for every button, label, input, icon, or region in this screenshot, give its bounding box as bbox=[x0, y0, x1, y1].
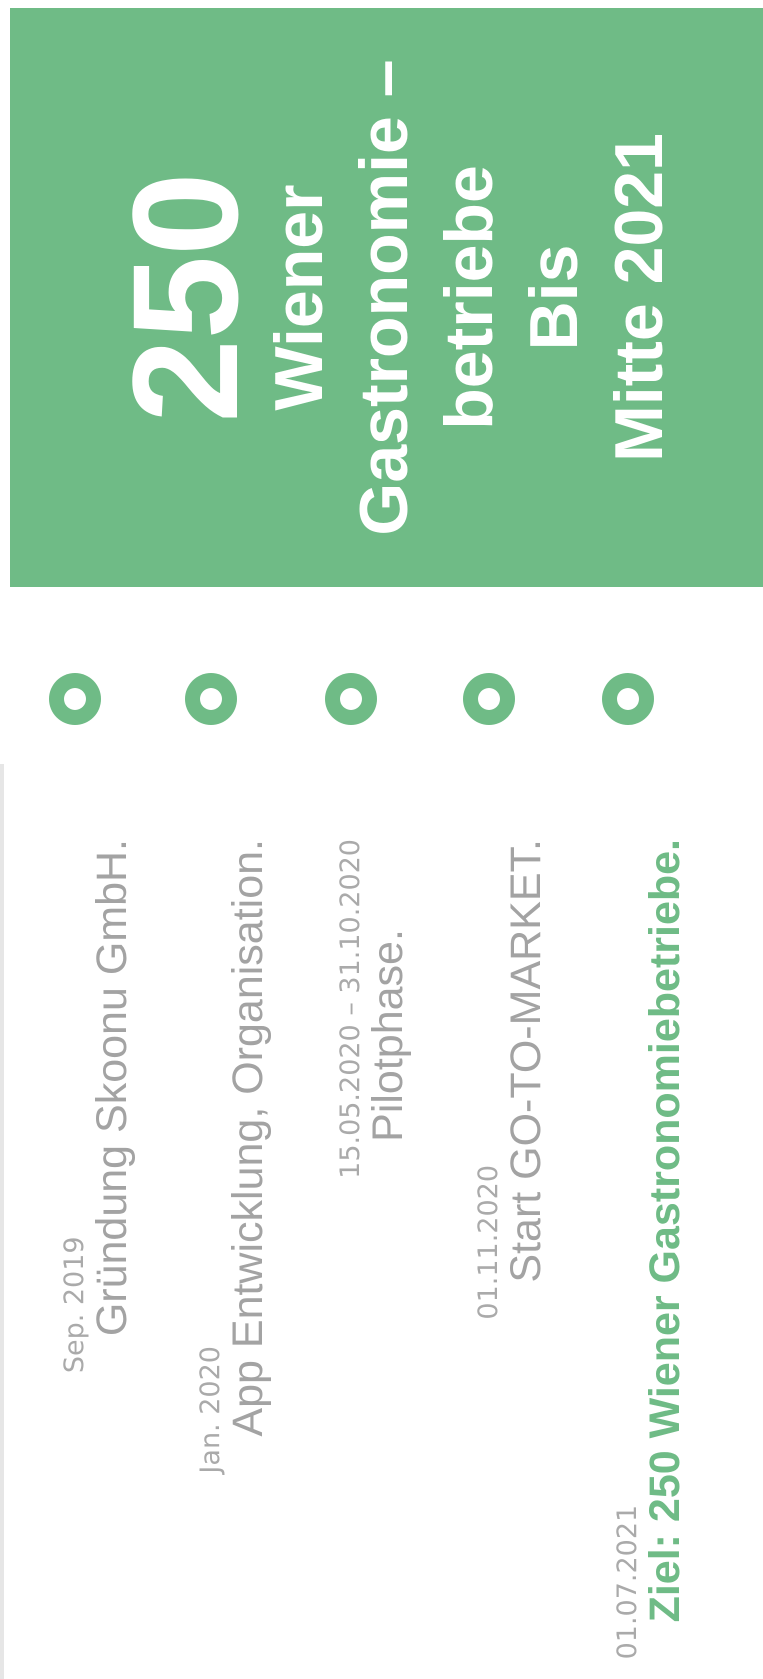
goal-line-3: betriebe bbox=[431, 165, 507, 430]
timeline-node-1 bbox=[49, 673, 101, 725]
timeline-goal-label: Ziel: 250 Wiener Gastronomiebetriebe. bbox=[640, 839, 689, 1623]
timeline-node-2 bbox=[185, 673, 237, 725]
goal-box: 250 Wiener Gastronomie – betriebe Bis Mi… bbox=[10, 8, 763, 587]
goal-line-1: Wiener bbox=[261, 184, 337, 411]
timeline-entry-3: 15.05.2020 – 31.10.2020 Pilotphase. bbox=[335, 839, 412, 1179]
goal-line-4: Bis bbox=[516, 244, 592, 351]
timeline-label: App Entwicklung, Organisation. bbox=[223, 839, 272, 1437]
timeline-date: 01.07.2021 bbox=[612, 1504, 643, 1660]
timeline-date: 01.11.2020 bbox=[473, 1165, 504, 1320]
timeline-date: Sep. 2019 bbox=[59, 1236, 90, 1374]
timeline-date: 15.05.2020 – 31.10.2020 bbox=[335, 839, 366, 1179]
goal-line-2: Gastronomie – bbox=[346, 59, 422, 536]
timeline-label: Start GO-TO-MARKET. bbox=[501, 839, 550, 1283]
timeline-entry-5: 01.07.2021 Ziel: 250 Wiener Gastronomieb… bbox=[612, 839, 689, 1660]
timeline-node-4 bbox=[463, 673, 515, 725]
timeline-slide: Sep. 2019 Gründung Skoonu GmbH. Jan. 202… bbox=[0, 0, 763, 1679]
goal-line-5: Mitte 2021 bbox=[601, 133, 677, 462]
timeline-line bbox=[0, 764, 4, 1679]
timeline-node-3 bbox=[325, 673, 377, 725]
goal-number: 250 bbox=[101, 172, 269, 423]
timeline-node-5 bbox=[602, 673, 654, 725]
timeline-label: Gründung Skoonu GmbH. bbox=[87, 839, 136, 1337]
timeline-entry-1: Sep. 2019 Gründung Skoonu GmbH. bbox=[59, 839, 136, 1374]
timeline-label: Pilotphase. bbox=[363, 929, 412, 1142]
timeline-date: Jan. 2020 bbox=[195, 1346, 226, 1474]
timeline-entry-4: 01.11.2020 Start GO-TO-MARKET. bbox=[473, 839, 550, 1320]
timeline-entry-2: Jan. 2020 App Entwicklung, Organisation. bbox=[195, 839, 272, 1474]
